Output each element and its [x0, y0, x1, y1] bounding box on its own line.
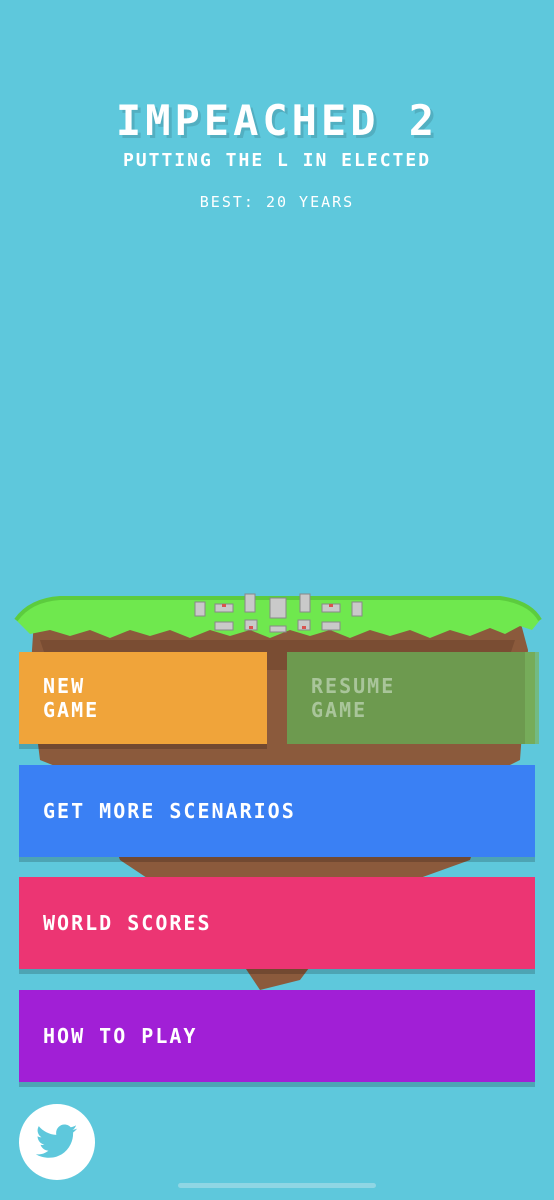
home-indicator: [178, 1183, 376, 1188]
resume-button-edge: [525, 652, 539, 744]
how-to-play-label: HOW TO PLAY: [43, 1024, 198, 1048]
twitter-button[interactable]: [19, 1104, 95, 1180]
resume-game-label: RESUME GAME: [311, 674, 396, 722]
best-score: BEST: 20 YEARS: [199, 193, 355, 211]
game-subtitle: PUTTING THE L IN ELECTED: [122, 150, 432, 171]
twitter-bird-icon: [36, 1124, 78, 1158]
game-title: IMPEACHED 2: [115, 96, 439, 145]
resume-game-button[interactable]: RESUME GAME: [287, 652, 539, 744]
how-to-play-button[interactable]: HOW TO PLAY: [19, 990, 535, 1082]
get-more-scenarios-label: GET MORE SCENARIOS: [43, 799, 296, 823]
world-scores-label: WORLD SCORES: [43, 911, 212, 935]
title-block: IMPEACHED 2 PUTTING THE L IN ELECTED BES…: [0, 96, 554, 212]
main-menu-screen: IMPEACHED 2 PUTTING THE L IN ELECTED BES…: [0, 0, 554, 1200]
new-game-label: NEW GAME: [43, 674, 100, 722]
new-game-button[interactable]: NEW GAME: [19, 652, 267, 744]
get-more-scenarios-button[interactable]: GET MORE SCENARIOS: [19, 765, 535, 857]
world-scores-button[interactable]: WORLD SCORES: [19, 877, 535, 969]
